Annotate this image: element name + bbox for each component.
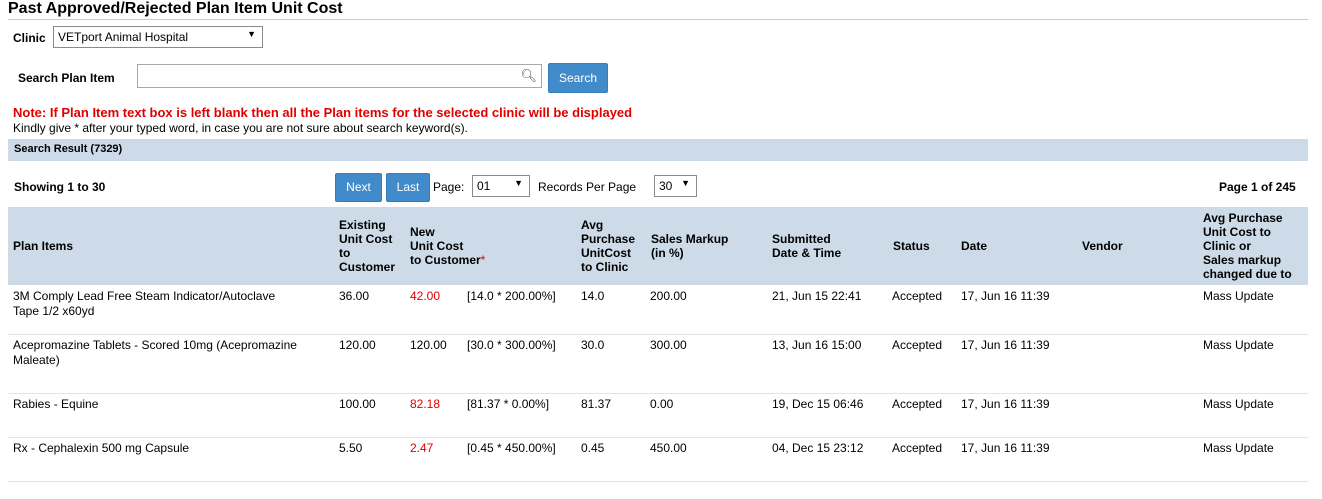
page-select[interactable]: 01 ▼ bbox=[472, 175, 530, 197]
showing-range: Showing 1 to 30 bbox=[14, 180, 106, 194]
blank-search-note: Note: If Plan Item text box is left blan… bbox=[13, 105, 633, 120]
required-marker: * bbox=[480, 253, 486, 267]
table-row: Rx - Cephalexin 500 mg Capsule 5.50 2.47 [0… bbox=[8, 437, 1308, 482]
submitted-datetime: 04, Dec 15 23:12 bbox=[772, 441, 864, 455]
col-avg-purchase-unitcost: Avg Purchase UnitCost to Clinic bbox=[581, 218, 636, 274]
col-plan-items: Plan Items bbox=[13, 239, 74, 253]
submitted-datetime: 19, Dec 15 06:46 bbox=[772, 397, 864, 411]
col-changed-due-to: Avg Purchase Unit Cost to Clinic or Sales m… bbox=[1203, 211, 1292, 281]
col-sales-markup: Sales Markup (in %) bbox=[651, 232, 729, 260]
new-unit-cost: 120.00 bbox=[410, 338, 447, 352]
search-icon[interactable]: 🔍︎ bbox=[520, 68, 537, 84]
status-text: Accepted bbox=[892, 397, 943, 411]
new-unit-cost: 42.00 bbox=[410, 289, 441, 303]
plan-item-name: Rx - Cephalexin 500 mg Capsule bbox=[13, 441, 190, 455]
table-row: Rabies - Equine 100.00 82.18 [81.37 * 0.00%… bbox=[8, 393, 1308, 438]
search-result-count: Search Result (7329) bbox=[14, 143, 123, 155]
change-date: 17, Jun 16 11:39 bbox=[961, 289, 1050, 303]
change-date: 17, Jun 16 11:39 bbox=[961, 397, 1050, 411]
cost-formula: [81.37 * 0.00%] bbox=[467, 397, 550, 411]
plan-item-name: 3M Comply Lead Free Steam Indicator/Auto… bbox=[13, 289, 276, 318]
col-status: Status bbox=[893, 239, 930, 253]
change-reason: Mass Update bbox=[1203, 397, 1274, 411]
change-reason: Mass Update bbox=[1203, 289, 1274, 303]
table-row: Acepromazine Tablets - Scored 10mg (Acep… bbox=[8, 334, 1308, 394]
title-divider bbox=[8, 19, 1308, 20]
last-button[interactable]: Last bbox=[386, 173, 430, 202]
plan-item-name: Acepromazine Tablets - Scored 10mg (Acep… bbox=[13, 338, 297, 367]
existing-unit-cost: 100.00 bbox=[339, 397, 376, 411]
cost-formula: [30.0 * 300.00%] bbox=[467, 338, 556, 352]
avg-purchase-cost: 30.0 bbox=[581, 338, 605, 352]
new-unit-cost: 82.18 bbox=[410, 397, 441, 411]
plan-item-name: Rabies - Equine bbox=[13, 397, 99, 411]
search-result-header: Search Result (7329) bbox=[8, 139, 1308, 161]
status-text: Accepted bbox=[892, 338, 943, 352]
avg-purchase-cost: 81.37 bbox=[581, 397, 612, 411]
col-existing-unit-cost: Existing Unit Cost to Customer bbox=[339, 218, 396, 274]
clinic-select[interactable]: VETport Animal Hospital ▼ bbox=[53, 26, 263, 48]
existing-unit-cost: 36.00 bbox=[339, 289, 370, 303]
change-date: 17, Jun 16 11:39 bbox=[961, 338, 1050, 352]
sales-markup: 0.00 bbox=[650, 397, 674, 411]
sales-markup: 200.00 bbox=[650, 289, 687, 303]
records-per-page-value: 30 bbox=[659, 179, 673, 193]
sales-markup: 450.00 bbox=[650, 441, 687, 455]
existing-unit-cost: 5.50 bbox=[339, 441, 363, 455]
chevron-down-icon: ▼ bbox=[514, 178, 523, 188]
avg-purchase-cost: 0.45 bbox=[581, 441, 605, 455]
new-unit-cost: 2.47 bbox=[410, 441, 434, 455]
chevron-down-icon: ▼ bbox=[681, 178, 690, 188]
col-submitted-date: Submitted Date & Time bbox=[772, 232, 842, 260]
page-label: Page: bbox=[433, 180, 465, 194]
existing-unit-cost: 120.00 bbox=[339, 338, 376, 352]
page-title: Past Approved/Rejected Plan Item Unit Co… bbox=[8, 0, 343, 17]
sales-markup: 300.00 bbox=[650, 338, 687, 352]
page-select-value: 01 bbox=[477, 179, 491, 193]
change-date: 17, Jun 16 11:39 bbox=[961, 441, 1050, 455]
wildcard-hint: Kindly give * after your typed word, in … bbox=[13, 121, 468, 135]
change-reason: Mass Update bbox=[1203, 338, 1274, 352]
search-button[interactable]: Search bbox=[548, 63, 608, 93]
col-new-unit-cost: New Unit Cost to Customer* bbox=[410, 225, 486, 267]
col-date: Date bbox=[961, 239, 988, 253]
submitted-datetime: 21, Jun 15 22:41 bbox=[772, 289, 862, 303]
search-label: Search Plan Item bbox=[18, 71, 115, 85]
cost-formula: [0.45 * 450.00%] bbox=[467, 441, 556, 455]
chevron-down-icon: ▼ bbox=[247, 29, 256, 39]
records-per-page-label: Records Per Page bbox=[538, 180, 637, 194]
table-row: 3M Comply Lead Free Steam Indicator/Auto… bbox=[8, 285, 1308, 335]
status-text: Accepted bbox=[892, 289, 943, 303]
col-vendor: Vendor bbox=[1082, 239, 1123, 253]
records-per-page-select[interactable]: 30 ▼ bbox=[654, 175, 697, 197]
submitted-datetime: 13, Jun 16 15:00 bbox=[772, 338, 862, 352]
next-button[interactable]: Next bbox=[335, 173, 382, 202]
clinic-selected-value: VETport Animal Hospital bbox=[58, 30, 189, 44]
avg-purchase-cost: 14.0 bbox=[581, 289, 605, 303]
page-of-total: Page 1 of 245 bbox=[1219, 180, 1296, 194]
search-input[interactable]: 🔍︎ bbox=[137, 64, 542, 88]
status-text: Accepted bbox=[892, 441, 943, 455]
change-reason: Mass Update bbox=[1203, 441, 1274, 455]
cost-formula: [14.0 * 200.00%] bbox=[467, 289, 556, 303]
table-header: Plan Items Existing Unit Cost to Customer N… bbox=[8, 207, 1308, 285]
clinic-label: Clinic bbox=[13, 31, 46, 45]
